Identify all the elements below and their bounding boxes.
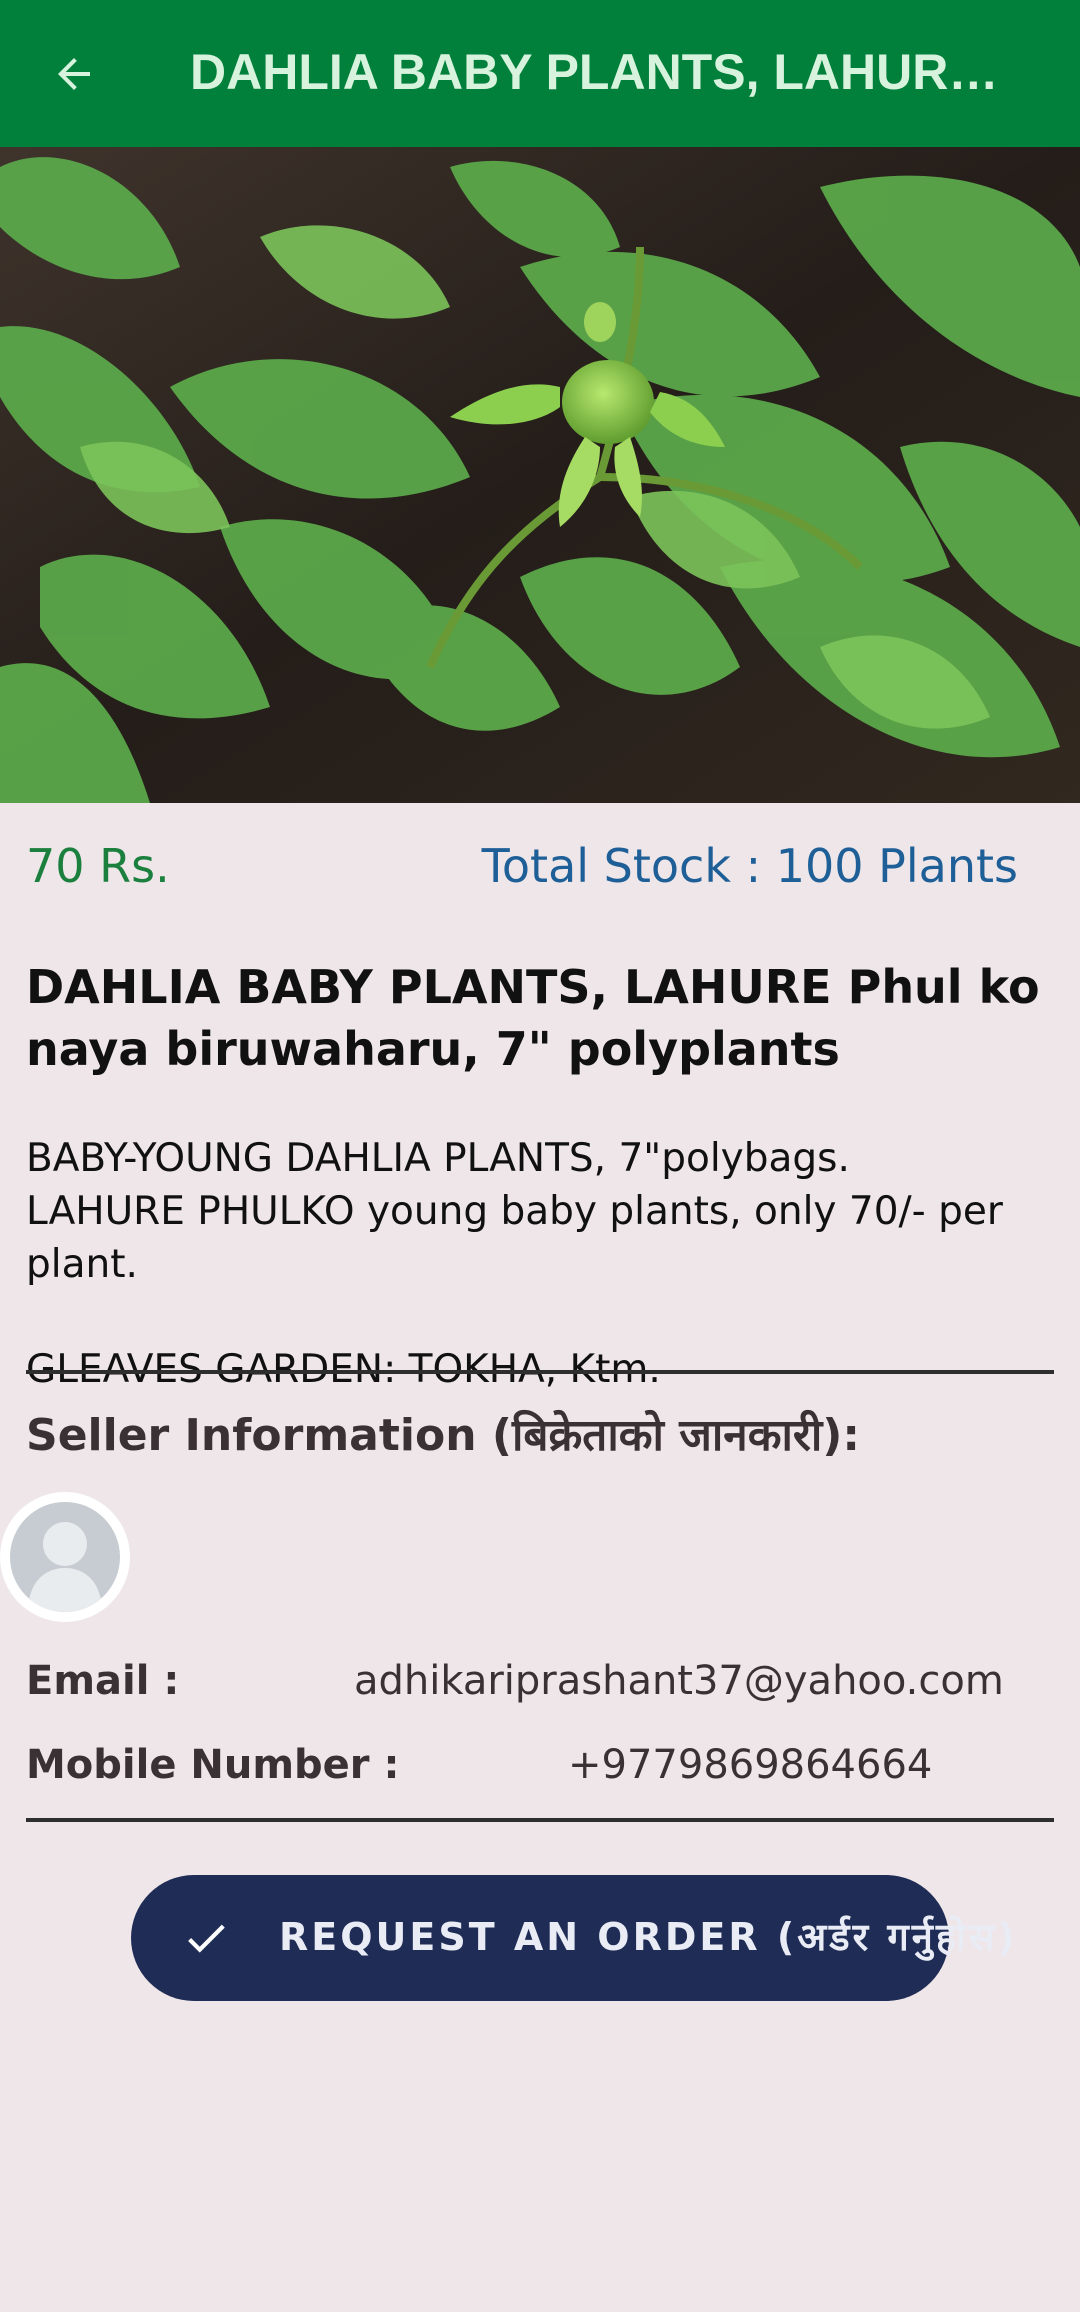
default-avatar-icon (10, 1502, 120, 1612)
product-title: DAHLIA BABY PLANTS, LAHURE Phul ko naya … (26, 960, 1040, 1076)
seller-avatar (0, 1492, 130, 1622)
section-divider (26, 1818, 1054, 1822)
mobile-number-label: Mobile Number : (26, 1742, 400, 1788)
description-line: BABY-YOUNG DAHLIA PLANTS, 7"polybags. (26, 1136, 850, 1181)
mobile-number-value[interactable]: +9779869864664 (568, 1738, 932, 1792)
description-gap (26, 1291, 1056, 1343)
app-bar: DAHLIA BABY PLANTS, LAHURE... (0, 0, 1080, 147)
back-button[interactable] (44, 44, 104, 104)
request-order-button[interactable]: REQUEST AN ORDER (अर्डर गर्नुहोस) (131, 1875, 1015, 2001)
price-label: 70 Rs. (26, 839, 170, 893)
description-line: LAHURE PHULKO young baby plants, only 70… (26, 1189, 1003, 1287)
seller-info-heading: Seller Information (बिक्रेताको जानकारी): (26, 1410, 860, 1461)
section-divider (26, 1370, 1054, 1374)
stock-label: Total Stock : 100 Plants (481, 839, 1018, 893)
email-value[interactable]: adhikariprashant37@yahoo.com (354, 1654, 1004, 1708)
product-image (0, 147, 1080, 803)
request-order-label: REQUEST AN ORDER (अर्डर गर्नुहोस) (279, 1915, 1018, 1959)
app-bar-title: DAHLIA BABY PLANTS, LAHURE... (190, 44, 1010, 100)
arrow-back-icon[interactable] (50, 50, 98, 98)
check-icon (188, 1924, 225, 1953)
email-label: Email : (26, 1658, 180, 1704)
product-description: BABY-YOUNG DAHLIA PLANTS, 7"polybags. LA… (26, 1132, 1056, 1396)
